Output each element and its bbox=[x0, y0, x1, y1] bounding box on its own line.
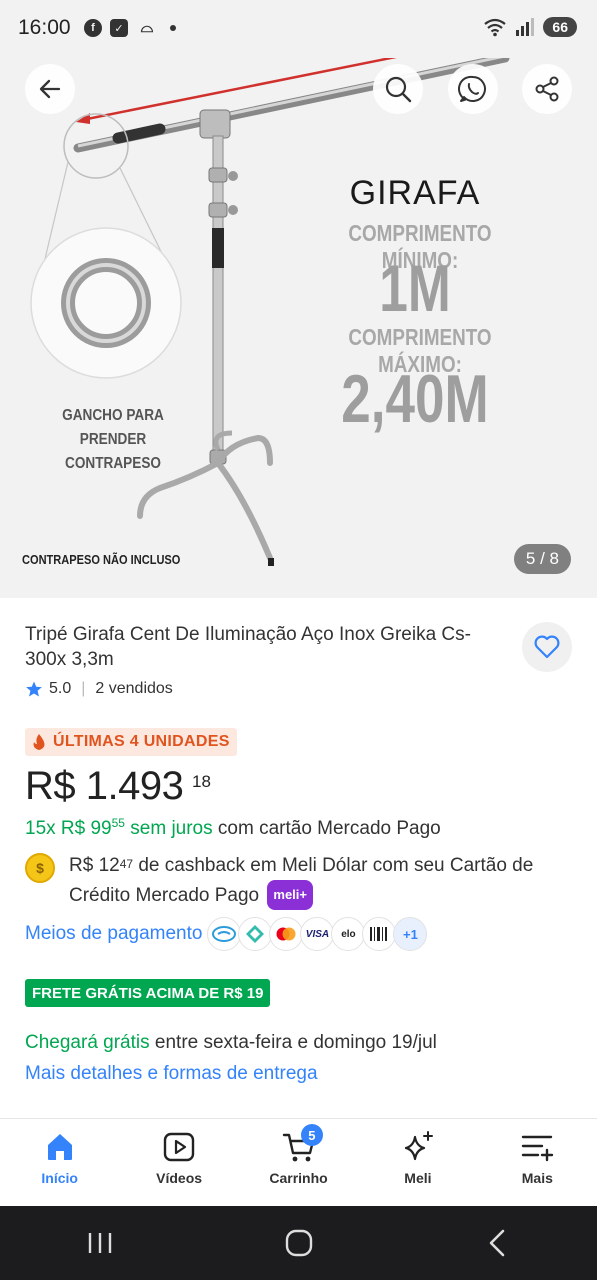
status-system: 66 bbox=[483, 17, 577, 37]
check-icon: ✓ bbox=[110, 19, 128, 37]
meli-plus-badge: meli+ bbox=[267, 880, 313, 910]
price: R$ 1.493 bbox=[25, 764, 184, 808]
nav-cart[interactable]: 5 Carrinho bbox=[239, 1119, 358, 1206]
installments-cents: 55 bbox=[111, 816, 125, 830]
pix-icon bbox=[238, 917, 273, 951]
battery-indicator: 66 bbox=[543, 17, 577, 37]
home-icon bbox=[47, 1134, 72, 1160]
installments-amount: 15x R$ 99 bbox=[25, 818, 112, 839]
installments-interest: sem juros bbox=[130, 818, 213, 839]
more-notifications-icon bbox=[170, 25, 176, 31]
mastercard-icon bbox=[269, 917, 304, 951]
search-button[interactable] bbox=[373, 64, 423, 114]
stock-badge-text: ÚLTIMAS 4 UNIDADES bbox=[53, 733, 230, 750]
nav-meli[interactable]: Meli bbox=[358, 1119, 477, 1206]
nav-home-label: Início bbox=[41, 1170, 78, 1186]
voicemail-icon: ⌓ bbox=[140, 19, 154, 36]
status-notifications: f ✓ ⌓ bbox=[84, 19, 176, 37]
search-icon bbox=[385, 76, 412, 103]
cashback-amount: R$ 12 bbox=[69, 855, 120, 876]
max-length-value: 2,40M bbox=[341, 361, 489, 437]
back-system-button[interactable] bbox=[483, 1228, 513, 1258]
nav-more-label: Mais bbox=[521, 1170, 553, 1186]
home-system-button[interactable] bbox=[284, 1228, 314, 1258]
hook-label: GANCHO PARA PRENDER CONTRAPESO bbox=[62, 407, 164, 472]
nav-videos[interactable]: Vídeos bbox=[119, 1119, 238, 1206]
sold-count: 2 vendidos bbox=[95, 680, 173, 697]
payment-methods[interactable]: Meios de pagamento VISA elo +1 bbox=[25, 917, 428, 951]
free-shipping-badge: FRETE GRÁTIS ACIMA DE R$ 19 bbox=[25, 979, 271, 1007]
wifi-icon bbox=[484, 18, 507, 37]
heart-icon bbox=[534, 635, 560, 659]
back-button[interactable] bbox=[25, 64, 75, 114]
flame-icon bbox=[33, 734, 45, 750]
payment-methods-link[interactable]: Meios de pagamento bbox=[25, 923, 202, 945]
cashback-text-block: R$ 1247 de cashback em Meli Dólar com se… bbox=[69, 852, 570, 910]
cashback-info: $ R$ 1247 de cashback em Meli Dólar com … bbox=[25, 852, 570, 910]
nav-meli-label: Meli bbox=[404, 1170, 432, 1186]
status-bar: 16:00 f ✓ ⌓ 66 bbox=[0, 0, 597, 58]
price-cents: 18 bbox=[192, 772, 211, 791]
system-navigation-bar bbox=[0, 1206, 597, 1280]
cashback-cents: 47 bbox=[119, 857, 134, 871]
more-payment-methods[interactable]: +1 bbox=[393, 917, 428, 951]
rating-score: 5.0 bbox=[49, 680, 72, 697]
installments: 15x R$ 9955 sem juros com cartão Mercado… bbox=[25, 816, 441, 840]
product-title: Tripé Girafa Cent De Iluminação Aço Inox… bbox=[25, 624, 471, 670]
visa-icon: VISA bbox=[300, 917, 335, 951]
mercado-pago-icon bbox=[207, 917, 242, 951]
star-icon bbox=[26, 681, 42, 697]
share-icon bbox=[535, 76, 559, 102]
nav-home[interactable]: Início bbox=[0, 1119, 119, 1206]
delivery-highlight: Chegará grátis bbox=[25, 1032, 150, 1053]
cart-count-badge: 5 bbox=[300, 1124, 323, 1146]
delivery-details-link[interactable]: Mais detalhes e formas de entrega bbox=[25, 1063, 318, 1085]
delivery-dates: entre sexta-feira e domingo 19/jul bbox=[154, 1032, 437, 1053]
meli-dollar-coin-icon: $ bbox=[25, 853, 55, 883]
elo-icon: elo bbox=[331, 917, 366, 951]
facebook-icon: f bbox=[84, 19, 102, 37]
rating-row[interactable]: 5.0 | 2 vendidos bbox=[25, 680, 173, 698]
installments-card: com cartão Mercado Pago bbox=[217, 818, 441, 839]
boleto-icon bbox=[362, 917, 397, 951]
min-length-value: 1M bbox=[379, 251, 451, 325]
image-headline: GIRAFA bbox=[349, 174, 481, 212]
nav-videos-label: Vídeos bbox=[156, 1170, 203, 1186]
counterweight-note: CONTRAPESO NÃO INCLUSO bbox=[22, 552, 181, 567]
whatsapp-share-button[interactable] bbox=[448, 64, 498, 114]
whatsapp-icon bbox=[458, 75, 486, 102]
bottom-navigation: Início Vídeos 5 Carrinho Meli Mais bbox=[0, 1118, 597, 1206]
status-time: 16:00 bbox=[18, 16, 71, 39]
arrow-left-icon bbox=[39, 79, 61, 99]
favorite-button[interactable] bbox=[522, 622, 572, 672]
signal-icon bbox=[516, 18, 535, 36]
share-button[interactable] bbox=[522, 64, 572, 114]
stock-badge: ÚLTIMAS 4 UNIDADES bbox=[25, 728, 237, 756]
delivery-estimate: Chegará grátis entre sexta-feira e domin… bbox=[25, 1032, 437, 1054]
product-image-carousel[interactable]: GIRAFA COMPRIMENTO MÍNIMO: 1M COMPRIMENT… bbox=[0, 58, 597, 598]
rating-separator: | bbox=[81, 680, 86, 697]
image-counter: 5 / 8 bbox=[513, 544, 571, 574]
menu-icon bbox=[522, 1135, 554, 1162]
sparkle-icon bbox=[404, 1131, 433, 1161]
recent-apps-button[interactable] bbox=[85, 1230, 115, 1256]
nav-cart-label: Carrinho bbox=[269, 1170, 328, 1186]
video-icon bbox=[163, 1132, 195, 1162]
nav-more[interactable]: Mais bbox=[478, 1119, 597, 1206]
